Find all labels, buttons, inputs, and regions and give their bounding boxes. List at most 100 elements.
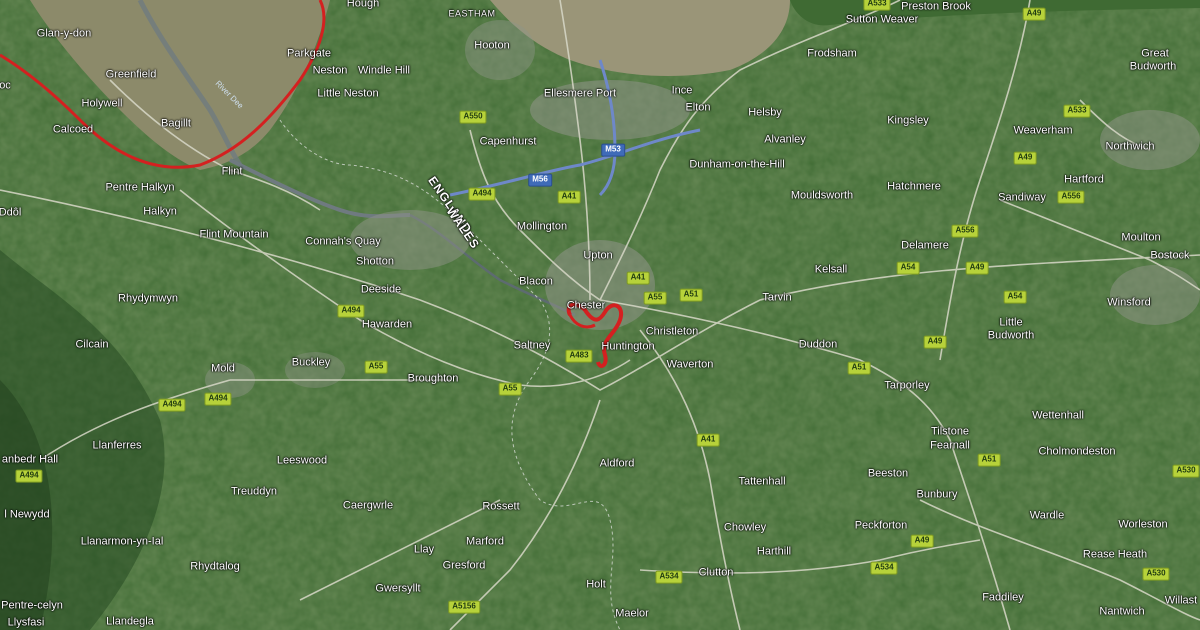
road-shield: A494 — [204, 392, 232, 406]
place-label: Hawarden — [361, 318, 413, 331]
place-label: Faddiley — [982, 591, 1024, 604]
place-label: Neston — [312, 64, 348, 77]
place-label: Rhydtalog — [190, 560, 240, 573]
place-label: Llysfasi — [7, 616, 45, 629]
place-label: Calcoed — [52, 123, 94, 136]
place-label: Little — [999, 316, 1023, 329]
place-label: Mollington — [516, 220, 568, 233]
road-shield: A41 — [626, 271, 650, 285]
place-label: Llanarmon-yn-Ial — [80, 535, 164, 548]
place-label: Ellesmere Port — [543, 87, 617, 100]
place-label: Upton — [583, 249, 613, 262]
place-label: Sandiway — [998, 191, 1046, 204]
place-label: Flint Mountain — [199, 228, 269, 241]
road-shield: A556 — [951, 224, 979, 238]
road-shield: A49 — [923, 335, 947, 349]
place-label: Windle Hill — [358, 64, 410, 77]
place-label: Llandegla — [106, 615, 154, 628]
road-shield: A49 — [1022, 7, 1046, 21]
road-shield: A51 — [679, 288, 703, 302]
road-shield: A533 — [1063, 104, 1091, 118]
road-shield: A51 — [977, 453, 1001, 467]
place-label: Gwersyllt — [375, 582, 421, 595]
place-label: Halkyn — [143, 205, 177, 218]
place-label: Great — [1141, 47, 1169, 60]
place-label: Hough — [346, 0, 380, 10]
place-label: Dunham-on-the-Hill — [689, 158, 785, 171]
place-label: Budworth — [987, 329, 1035, 342]
place-label: Willast — [1164, 594, 1198, 607]
road-shield: A54 — [1003, 290, 1027, 304]
place-label: Llanferres — [92, 439, 142, 452]
place-label: Harthill — [756, 545, 792, 558]
place-label: Northwich — [1105, 140, 1155, 153]
place-label: Budworth — [1129, 60, 1177, 73]
road-shield: A55 — [643, 291, 667, 305]
place-label: Hooton — [474, 39, 510, 52]
road-shield: A41 — [696, 433, 720, 447]
place-label: Frodsham — [807, 47, 857, 60]
place-label: Parkgate — [286, 47, 332, 60]
road-shield: A530 — [1172, 464, 1200, 478]
road-shield: A51 — [847, 361, 871, 375]
place-label: Holywell — [81, 97, 123, 110]
place-label: Chester — [566, 299, 606, 312]
place-label: Nantwich — [1099, 605, 1145, 618]
place-label: Christleton — [645, 325, 699, 338]
place-label: Rhydymwyn — [118, 292, 178, 305]
place-label: Cilcain — [75, 338, 109, 351]
road-shield: A49 — [910, 534, 934, 548]
road-shield: A533 — [863, 0, 891, 11]
place-label: Tarvin — [762, 291, 792, 304]
place-label: Blacon — [519, 275, 553, 288]
road-shield: A494 — [468, 187, 496, 201]
place-label: Peckforton — [854, 519, 908, 532]
place-label: Connah's Quay — [305, 235, 381, 248]
satellite-map[interactable]: Hough EASTHAM Sutton Weaver Preston Broo… — [0, 0, 1200, 630]
place-label: Wardle — [1029, 509, 1065, 522]
place-label: Deeside — [360, 283, 402, 296]
place-label: Shotton — [356, 255, 394, 268]
place-label: Little Neston — [317, 87, 379, 100]
place-label: Gresford — [442, 559, 486, 572]
place-label: Ince — [671, 84, 693, 97]
road-shield: A534 — [870, 561, 898, 575]
place-label: Greenfield — [105, 68, 157, 81]
place-label: Mouldsworth — [790, 189, 854, 202]
place-label: Rossett — [482, 500, 520, 513]
place-label: Worleston — [1118, 518, 1168, 531]
road-shield: A55 — [364, 360, 388, 374]
road-shield: A49 — [965, 261, 989, 275]
place-label: Leeswood — [276, 454, 328, 467]
place-label: Marford — [466, 535, 504, 548]
road-shield: A41 — [557, 190, 581, 204]
place-label: Kelsall — [814, 263, 848, 276]
place-label: Delamere — [901, 239, 949, 252]
place-label: Holt — [586, 578, 606, 591]
place-label: Llay — [413, 543, 435, 556]
road-shield: A483 — [565, 349, 593, 363]
road-shield: A494 — [158, 398, 186, 412]
place-label: Ddôl — [0, 206, 22, 219]
place-label: Bagillt — [161, 117, 191, 130]
place-label: Kingsley — [887, 114, 929, 127]
road-shield: A55 — [498, 382, 522, 396]
place-label: Flint — [221, 165, 243, 178]
road-shield: M56 — [528, 173, 552, 187]
place-label: Saltney — [513, 339, 551, 352]
place-label: Fearnall — [930, 439, 970, 452]
place-label: Helsby — [748, 106, 782, 119]
road-shield: M53 — [601, 143, 625, 157]
place-label: Huntington — [601, 340, 655, 353]
place-label: Alvanley — [764, 133, 806, 146]
place-label: Pentre-celyn — [1, 599, 63, 612]
place-label: Hartford — [1064, 173, 1104, 186]
place-label: anbedr Hall — [1, 453, 59, 466]
place-label: Weaverham — [1013, 124, 1073, 137]
place-label: Hatchmere — [887, 180, 941, 193]
place-label: Caergwrle — [342, 499, 394, 512]
place-label: Tarporley — [884, 379, 930, 392]
place-label: Pentre Halkyn — [105, 181, 175, 194]
place-label: Buckley — [291, 356, 331, 369]
place-label: Winsford — [1107, 296, 1151, 309]
